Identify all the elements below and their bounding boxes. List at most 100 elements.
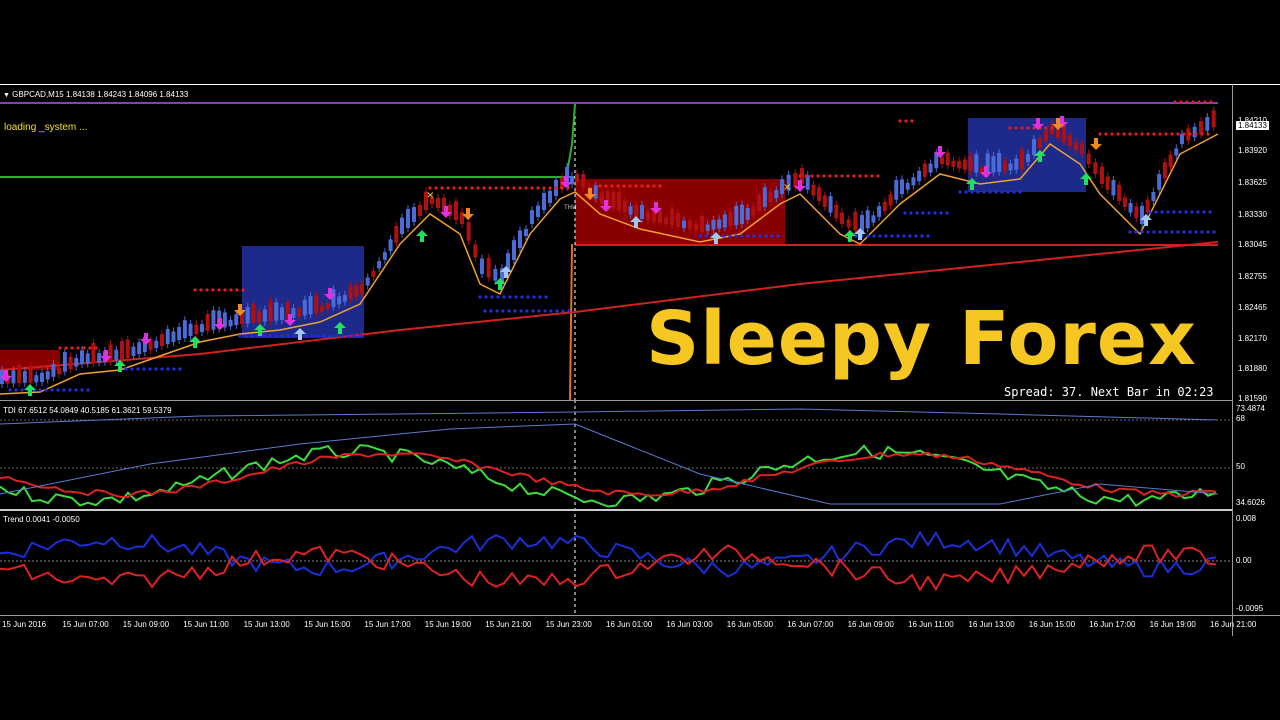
signal-dot	[555, 309, 559, 313]
signal-dot	[358, 334, 362, 338]
panel-divider-trend	[0, 509, 1232, 511]
candle-body	[268, 301, 273, 322]
signal-dot	[1179, 100, 1183, 104]
candle-body	[722, 214, 727, 228]
price-scale[interactable]	[1232, 84, 1280, 636]
candle-body	[320, 305, 324, 312]
signal-dot	[908, 234, 912, 238]
candle-body	[1008, 163, 1013, 171]
signal-dot	[1188, 230, 1192, 234]
signal-dot	[1206, 132, 1210, 136]
tdi-blue-band	[0, 423, 1219, 505]
time-tick: 15 Jun 11:00	[183, 620, 229, 629]
candle-body	[652, 212, 656, 222]
candle-body	[120, 341, 124, 360]
signal-dot	[44, 388, 48, 392]
signal-dot	[286, 334, 290, 338]
candle-body	[418, 204, 422, 216]
arrow-up-icon	[24, 384, 36, 396]
candle-body	[377, 261, 382, 269]
signal-dot	[38, 388, 42, 392]
signal-dot	[316, 334, 320, 338]
signal-dot	[478, 295, 482, 299]
signal-dot	[810, 174, 814, 178]
signal-dot	[804, 174, 808, 178]
candle-body	[962, 159, 967, 170]
candle-body	[728, 211, 733, 227]
signal-dot	[1134, 230, 1138, 234]
signal-dot	[241, 288, 245, 292]
candle-body	[28, 365, 33, 383]
candle-body	[1211, 110, 1216, 128]
candle-body	[917, 170, 922, 182]
signal-dot	[532, 295, 536, 299]
signal-dot	[494, 186, 498, 190]
signal-dot	[524, 186, 528, 190]
signal-dot	[902, 234, 906, 238]
signal-dot	[872, 234, 876, 238]
signal-dot	[304, 334, 308, 338]
candle-body	[1145, 199, 1150, 213]
candle-body	[360, 283, 364, 294]
candle-body	[840, 212, 844, 224]
trend-tick: -0.0095	[1236, 604, 1264, 613]
signal-dot	[964, 190, 968, 194]
candle-body	[251, 303, 256, 323]
candle-body	[454, 201, 458, 220]
price-tick: 1.83330	[1238, 210, 1267, 219]
price-tick: 1.82755	[1238, 272, 1267, 281]
signal-dot	[62, 388, 66, 392]
candle-body	[57, 367, 62, 375]
candle-body	[394, 225, 399, 243]
candle-body	[774, 190, 779, 199]
signal-dot	[1140, 132, 1144, 136]
candle-body	[530, 210, 534, 224]
signal-dot	[1196, 210, 1200, 214]
price-tick: 1.82170	[1238, 334, 1267, 343]
signal-dot	[268, 334, 272, 338]
signal-dot	[1008, 126, 1012, 130]
candle-body	[757, 195, 762, 212]
candle-body	[34, 375, 39, 383]
signal-dot	[1050, 126, 1054, 130]
time-tick: 16 Jun 19:00	[1149, 620, 1196, 629]
signal-dot	[536, 186, 540, 190]
candle-body	[911, 177, 916, 186]
candle-body	[365, 277, 370, 286]
signal-dot	[610, 184, 614, 188]
candle-body	[853, 211, 858, 231]
time-tick: 15 Jun 21:00	[485, 620, 532, 629]
time-tick: 15 Jun 2016	[2, 620, 47, 629]
chart-window[interactable]: ▼ GBPCAD,M15 1.84138 1.84243 1.84096 1.8…	[0, 84, 1280, 636]
signal-dot	[728, 234, 732, 238]
signal-dot	[634, 184, 638, 188]
signal-dot	[20, 388, 24, 392]
signal-dot	[205, 288, 209, 292]
signal-dot	[776, 234, 780, 238]
signal-dot	[1184, 210, 1188, 214]
signal-dot	[280, 334, 284, 338]
signal-dot	[502, 295, 506, 299]
signal-dot	[166, 367, 170, 371]
candle-body	[575, 173, 579, 182]
signal-dot	[520, 295, 524, 299]
signal-dot	[1170, 132, 1174, 136]
signal-dot	[740, 234, 744, 238]
signal-dot	[525, 309, 529, 313]
candle-body	[1128, 202, 1133, 213]
signal-dot	[1020, 126, 1024, 130]
signal-dot	[490, 295, 494, 299]
signal-dot	[482, 186, 486, 190]
candle-body	[314, 295, 319, 314]
signal-dot	[1203, 100, 1207, 104]
trend-tick: 0.008	[1236, 514, 1257, 523]
candle-body	[991, 156, 996, 173]
panel-divider-bottom	[0, 615, 1280, 616]
signal-dot	[64, 346, 68, 350]
signal-dot	[933, 211, 937, 215]
time-tick: 15 Jun 17:00	[364, 620, 411, 629]
candle-body	[480, 258, 484, 274]
candle-body	[406, 208, 410, 228]
signal-dot	[746, 234, 750, 238]
signal-dot	[512, 186, 516, 190]
